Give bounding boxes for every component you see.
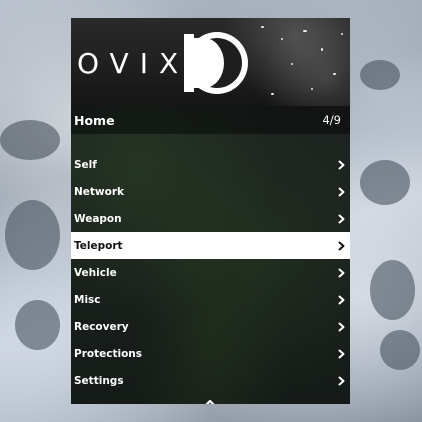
- terrain-patch: [360, 60, 400, 90]
- menu-item-vehicle[interactable]: Vehicle: [71, 259, 350, 286]
- chevron-right-icon: [338, 214, 345, 223]
- logo-emblem-icon: [184, 32, 248, 94]
- banner-texture: [333, 73, 336, 75]
- terrain-patch: [380, 330, 420, 370]
- menu-item-network[interactable]: Network: [71, 178, 350, 205]
- banner-texture: [341, 33, 343, 35]
- mod-menu-panel: OVIX Home 4/9 Self Network Weapon Teleport V…: [71, 18, 350, 404]
- menu-item-label: Teleport: [74, 239, 123, 252]
- menu-title: Home: [74, 112, 115, 128]
- banner-texture: [303, 30, 307, 32]
- terrain-patch: [0, 120, 60, 160]
- chevron-right-icon: [338, 241, 345, 250]
- banner-texture: [261, 26, 264, 28]
- menu-item-settings[interactable]: Settings: [71, 367, 350, 394]
- menu-item-label: Protections: [74, 347, 143, 360]
- logo-wordmark: OVIX: [77, 47, 190, 80]
- menu-item-label: Misc: [74, 293, 101, 306]
- terrain-patch: [15, 300, 60, 350]
- menu-item-self[interactable]: Self: [71, 151, 350, 178]
- terrain-patch: [370, 260, 415, 320]
- chevron-right-icon: [338, 349, 345, 358]
- banner-texture: [271, 93, 274, 95]
- menu-item-label: Network: [74, 185, 125, 198]
- banner-texture: [281, 38, 283, 40]
- menu-item-recovery[interactable]: Recovery: [71, 313, 350, 340]
- menu-item-label: Settings: [74, 374, 124, 387]
- game-world-background: OVIX Home 4/9 Self Network Weapon Teleport V…: [0, 0, 422, 422]
- chevron-right-icon: [338, 187, 345, 196]
- menu-item-teleport[interactable]: Teleport: [71, 232, 350, 259]
- menu-item-label: Vehicle: [74, 266, 117, 279]
- banner-texture: [321, 48, 323, 51]
- terrain-patch: [360, 160, 410, 205]
- menu-item-weapon[interactable]: Weapon: [71, 205, 350, 232]
- banner-texture: [311, 88, 313, 90]
- menu-banner: OVIX: [71, 18, 350, 106]
- menu-item-label: Recovery: [74, 320, 129, 333]
- banner-texture: [291, 63, 293, 65]
- menu-header: Home 4/9: [71, 106, 350, 134]
- chevron-right-icon: [338, 322, 345, 331]
- menu-item-misc[interactable]: Misc: [71, 286, 350, 313]
- terrain-patch: [5, 200, 60, 270]
- chevron-right-icon: [338, 376, 345, 385]
- menu-item-label: Weapon: [74, 212, 122, 225]
- menu-item-label: Self: [74, 158, 97, 171]
- chevron-right-icon: [338, 268, 345, 277]
- up-down-arrows-icon[interactable]: [203, 399, 217, 404]
- menu-item-list: Self Network Weapon Teleport Vehicle Misc Reco…: [71, 151, 350, 394]
- chevron-right-icon: [338, 160, 345, 169]
- chevron-right-icon: [338, 295, 345, 304]
- page-indicator: 4/9: [322, 113, 341, 127]
- menu-item-protections[interactable]: Protections: [71, 340, 350, 367]
